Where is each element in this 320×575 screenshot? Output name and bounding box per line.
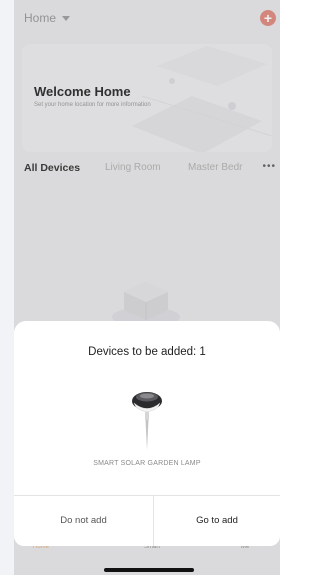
solar-garden-lamp-icon: [132, 392, 162, 450]
go-to-add-button[interactable]: Go to add: [154, 496, 280, 546]
do-not-add-button[interactable]: Do not add: [14, 496, 153, 546]
app-screen: Home + Welcome Home Set your home locati…: [0, 0, 280, 575]
add-devices-dialog: Devices to be added: 1 SMART SOLAR GARDE…: [14, 321, 280, 546]
home-indicator: [104, 568, 194, 572]
device-name: SMART SOLAR GARDEN LAMP: [93, 460, 201, 467]
dialog-title: Devices to be added: 1: [88, 346, 206, 358]
